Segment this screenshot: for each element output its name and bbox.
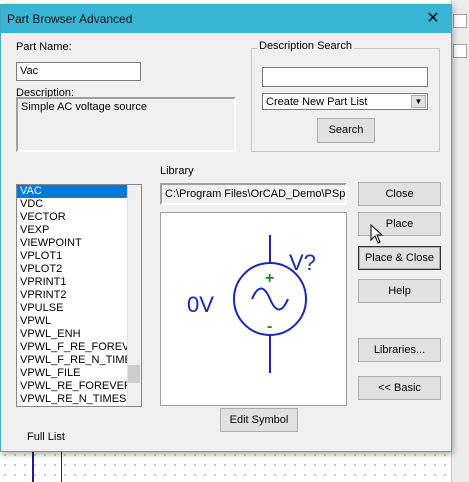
libraries-button[interactable]: Libraries... xyxy=(358,338,441,362)
list-item[interactable]: VPLOT1 xyxy=(17,250,141,263)
library-label: Library xyxy=(160,165,194,177)
place-close-button[interactable]: Place & Close xyxy=(358,246,441,270)
description-value: Simple AC voltage source xyxy=(21,101,147,113)
part-name-label: Part Name: xyxy=(16,41,72,53)
list-item[interactable]: VIEWPOINT xyxy=(17,237,141,250)
list-item[interactable]: VPWL_RE_N_TIMES xyxy=(17,393,141,406)
vac-symbol-icon: + - V? 0V xyxy=(187,235,316,373)
help-button-label: Help xyxy=(388,285,411,297)
list-item[interactable]: VAC xyxy=(17,185,141,198)
part-list-scrollbar[interactable] xyxy=(127,185,141,406)
basic-mode-button-label: << Basic xyxy=(378,382,421,394)
list-item[interactable]: VDC xyxy=(17,198,141,211)
help-button[interactable]: Help xyxy=(358,279,441,303)
libraries-button-label: Libraries... xyxy=(373,344,426,356)
basic-mode-button[interactable]: << Basic xyxy=(358,376,441,400)
list-item[interactable]: VECTOR xyxy=(17,211,141,224)
part-list-mode-select[interactable]: Create New Part List ▼ xyxy=(262,93,428,110)
part-list-mode-value: Create New Part List xyxy=(266,96,368,108)
minus-terminal-mark: - xyxy=(267,318,272,335)
plus-terminal-mark: + xyxy=(265,270,274,287)
list-item[interactable]: VEXP xyxy=(17,224,141,237)
close-button[interactable]: Close xyxy=(358,182,441,206)
scroll-thumb[interactable] xyxy=(128,365,140,383)
part-list[interactable]: VAC VDC VECTOR VEXP VIEWPOINT VPLOT1 VPLOT2 VPR… xyxy=(16,184,142,407)
part-name-input[interactable]: Vac xyxy=(16,62,141,81)
edit-symbol-button[interactable]: Edit Symbol xyxy=(220,408,298,432)
part-value-label: 0V xyxy=(187,292,214,317)
symbol-preview: + - V? 0V xyxy=(160,212,347,406)
part-name-value: Vac xyxy=(20,65,39,77)
full-list-label: Full List xyxy=(27,431,65,443)
list-item[interactable]: VPWL xyxy=(17,315,141,328)
description-box: Simple AC voltage source xyxy=(16,97,236,152)
description-search-legend: Description Search xyxy=(257,40,354,52)
description-search-input[interactable] xyxy=(262,67,428,87)
list-item[interactable]: VPRINT1 xyxy=(17,276,141,289)
library-path-field: C:\Program Files\OrCAD_Demo\PSpice\Libra… xyxy=(160,183,347,205)
search-button[interactable]: Search xyxy=(317,118,375,143)
list-item[interactable]: VPLOT2 xyxy=(17,263,141,276)
mouse-pointer-icon xyxy=(370,224,384,244)
list-item[interactable]: VPWL_ENH xyxy=(17,328,141,341)
search-button-label: Search xyxy=(328,124,364,136)
chevron-down-icon[interactable]: ▼ xyxy=(411,95,426,108)
close-icon[interactable]: ✕ xyxy=(423,9,443,29)
close-button-label: Close xyxy=(385,188,414,200)
sine-wave-icon xyxy=(251,287,289,311)
edit-symbol-button-label: Edit Symbol xyxy=(229,414,289,426)
list-item[interactable]: VPWL_RE_FOREVER xyxy=(17,380,141,393)
part-browser-dialog: Part Browser Advanced ✕ Part Name: Vac D… xyxy=(0,4,452,452)
list-item[interactable]: VPWL_FILE xyxy=(17,367,141,380)
reference-designator: V? xyxy=(289,250,316,275)
place-button-label: Place xyxy=(385,218,414,230)
list-item[interactable]: VPWL_F_RE_N_TIMES xyxy=(17,354,141,367)
part-list-items: VAC VDC VECTOR VEXP VIEWPOINT VPLOT1 VPLOT2 VPR… xyxy=(17,185,141,406)
title-bar[interactable]: Part Browser Advanced ✕ xyxy=(1,5,451,33)
window-title: Part Browser Advanced xyxy=(7,12,133,26)
place-close-button-label: Place & Close xyxy=(364,252,435,264)
library-path-value: C:\Program Files\OrCAD_Demo\PSpice\Libra… xyxy=(165,188,347,200)
scroll-up-button[interactable] xyxy=(453,14,467,28)
list-item[interactable]: VPULSE xyxy=(17,302,141,315)
list-item[interactable]: VPRINT2 xyxy=(17,289,141,302)
list-item[interactable]: VPWL_F_RE_FOREVER xyxy=(17,341,141,354)
scroll-button[interactable] xyxy=(453,44,467,58)
canvas-vertical-scrollbar[interactable] xyxy=(451,0,469,482)
